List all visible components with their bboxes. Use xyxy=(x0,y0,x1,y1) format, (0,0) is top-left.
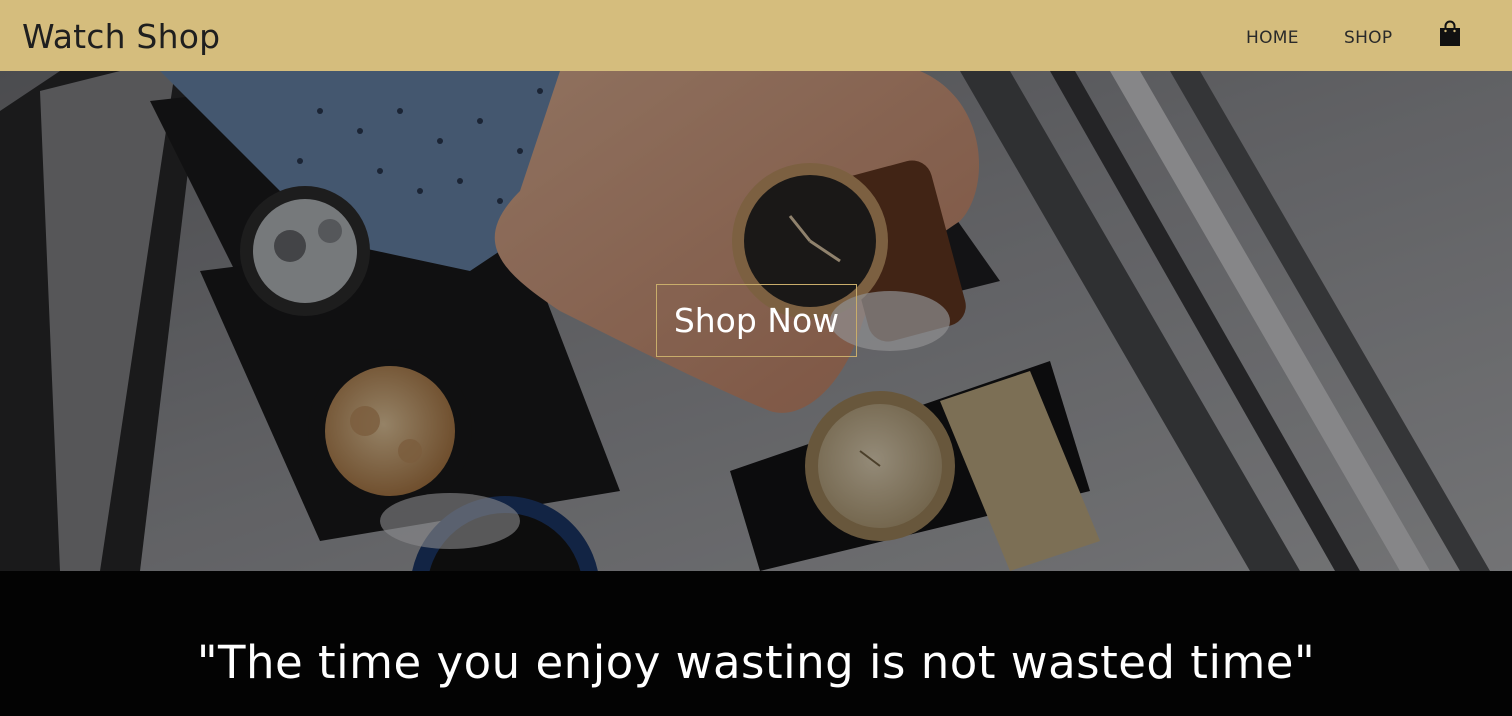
hero-banner: Shop Now xyxy=(0,71,1512,571)
navbar: Watch Shop HOME SHOP xyxy=(0,0,1512,71)
shopping-bag-icon[interactable] xyxy=(1438,20,1462,48)
shop-now-button[interactable]: Shop Now xyxy=(656,284,857,357)
quote-text: "The time you enjoy wasting is not waste… xyxy=(196,636,1316,689)
brand-logo-link[interactable]: Watch Shop xyxy=(22,17,220,57)
quote-section: "The time you enjoy wasting is not waste… xyxy=(0,571,1512,716)
nav-link-shop[interactable]: SHOP xyxy=(1344,28,1392,48)
nav-link-home[interactable]: HOME xyxy=(1246,28,1299,48)
